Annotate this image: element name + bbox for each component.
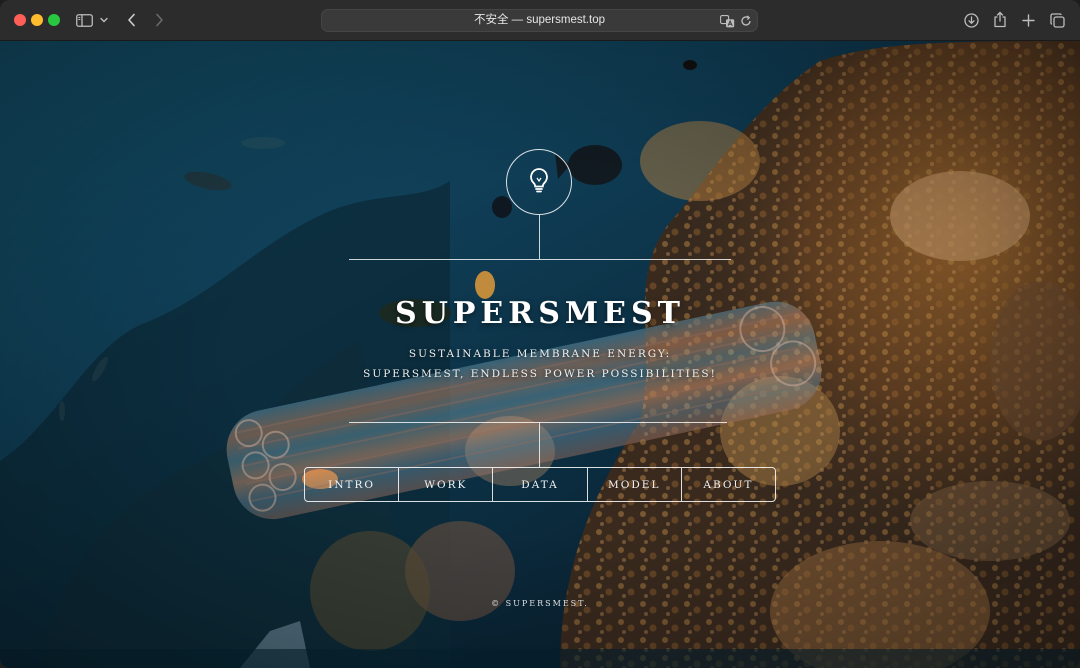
tagline-line-1: SUSTAINABLE MEMBRANE ENERGY: [408,348,672,360]
nav-intro[interactable]: INTRO [305,468,398,501]
divider-line-top [349,259,731,260]
share-icon[interactable] [991,10,1009,28]
new-tab-icon[interactable] [1020,11,1036,29]
web-page: SUPERSMEST SUSTAINABLE MEMBRANE ENERGY: … [0,41,1080,668]
browser-toolbar: 不安全 — supersmest.top [0,0,1080,41]
main-nav: INTRO WORK DATA MODEL ABOUT [304,467,776,502]
chevron-down-icon[interactable] [99,14,109,26]
footer-copyright: © SUPERSMEST. [491,599,589,608]
download-icon[interactable] [962,11,980,29]
zoom-window-button[interactable] [48,14,60,26]
connector-line-bottom [539,422,540,467]
address-bar[interactable]: 不安全 — supersmest.top [321,9,758,32]
lightbulb-badge [506,149,572,215]
back-icon[interactable] [124,12,138,28]
translate-icon[interactable] [719,13,735,29]
reload-icon[interactable] [739,13,753,29]
connector-line-top [539,215,540,259]
sidebar-icon[interactable] [75,12,93,28]
hero-section: SUPERSMEST SUSTAINABLE MEMBRANE ENERGY: … [0,41,1080,668]
minimize-window-button[interactable] [31,14,43,26]
lightbulb-icon [528,167,550,197]
divider-line-bottom [349,422,727,423]
browser-window: 不安全 — supersmest.top SUPERSMEST SUSTAINA… [0,0,1080,668]
tab-overview-icon[interactable] [1048,11,1066,29]
nav-data[interactable]: DATA [492,468,586,501]
url-text: 不安全 — supersmest.top [473,14,605,26]
nav-work[interactable]: WORK [398,468,492,501]
nav-model[interactable]: MODEL [586,468,681,501]
forward-icon[interactable] [152,12,166,28]
nav-about[interactable]: ABOUT [680,468,775,501]
site-title: SUPERSMEST [395,296,685,331]
tagline-line-2: SUPERSMEST, ENDLESS POWER POSSIBILITIES! [363,368,717,380]
close-window-button[interactable] [14,14,26,26]
